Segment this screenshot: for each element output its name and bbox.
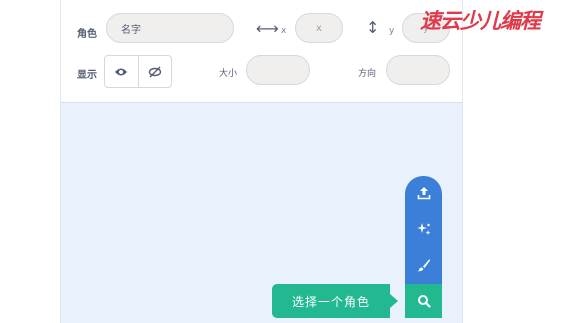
horizontal-arrows-icon: ⟷ (256, 19, 279, 38)
hide-sprite-button[interactable] (137, 56, 172, 87)
choose-sprite-icon-wrap[interactable] (405, 286, 442, 316)
sprite-label: 角色 (77, 29, 97, 40)
watermark-logo: 速云少儿编程 (420, 8, 541, 33)
vertical-arrows-icon: ↕ (366, 18, 380, 37)
direction-input[interactable] (386, 55, 450, 85)
sprite-name-input[interactable]: 名字 (106, 13, 234, 43)
x-position-input[interactable]: x (295, 13, 343, 43)
paint-sprite-button[interactable] (405, 250, 442, 280)
y-label: y (389, 26, 395, 36)
direction-label: 方向 (358, 69, 377, 79)
tooltip-arrow (390, 294, 398, 308)
eye-slash-icon (148, 66, 161, 77)
right-border (462, 0, 463, 323)
size-label: 大小 (219, 69, 238, 79)
show-label: 显示 (77, 70, 97, 81)
search-icon (417, 295, 431, 308)
surprise-sprite-button[interactable] (405, 214, 442, 244)
upload-sprite-button[interactable] (405, 178, 442, 208)
eye-icon (115, 68, 128, 75)
paint-brush-icon (417, 259, 430, 272)
show-sprite-button[interactable] (105, 56, 138, 87)
upload-icon (417, 187, 430, 200)
surprise-sparkle-icon (417, 223, 430, 235)
choose-sprite-tooltip: 选择一个角色 (272, 284, 390, 318)
visibility-toggle (104, 55, 172, 88)
size-input[interactable] (246, 55, 310, 85)
sprite-list-area (61, 103, 462, 323)
x-label: x (281, 26, 287, 36)
